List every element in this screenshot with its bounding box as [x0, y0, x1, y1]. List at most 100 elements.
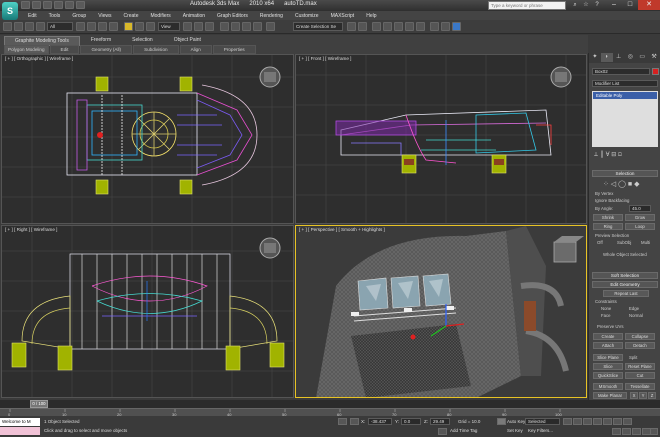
modify-tab-icon[interactable]: ◗ — [600, 53, 613, 62]
constraint-face-radio[interactable]: Face — [601, 313, 611, 318]
render-production-icon[interactable] — [452, 22, 461, 31]
display-tab-icon[interactable]: ▭ — [636, 53, 648, 62]
help-icon[interactable]: ? — [593, 1, 601, 9]
planar-x-button[interactable]: X — [630, 392, 638, 399]
layer-manager-icon[interactable] — [372, 22, 381, 31]
slice-button[interactable]: Slice — [593, 363, 623, 370]
ignore-backfacing-checkbox[interactable]: Ignore Backfacing — [595, 198, 629, 203]
select-and-move-icon[interactable] — [124, 22, 133, 31]
menu-group[interactable]: Group — [66, 11, 92, 20]
undo-icon[interactable] — [3, 22, 12, 31]
mirror-icon[interactable] — [347, 22, 356, 31]
selection-rollout-header[interactable]: Selection — [592, 170, 658, 177]
orbit-icon[interactable] — [650, 428, 658, 435]
maxscript-listener-input[interactable]: Welcome to M — [0, 418, 40, 426]
by-vertex-checkbox[interactable]: By Vertex — [595, 191, 613, 196]
msmooth-button[interactable]: MSmooth — [593, 383, 623, 390]
time-slider[interactable]: 0 / 100 — [0, 400, 660, 408]
menu-animation[interactable]: Animation — [177, 11, 211, 20]
material-editor-icon[interactable] — [416, 22, 425, 31]
zoom-icon[interactable] — [612, 428, 621, 435]
key-mode-icon[interactable] — [613, 418, 622, 425]
loop-button[interactable]: Loop — [625, 223, 655, 230]
select-and-scale-icon[interactable] — [146, 22, 155, 31]
menu-maxscript[interactable]: MAXScript — [325, 11, 361, 20]
panel-geometry-all[interactable]: Geometry (All) — [80, 45, 133, 54]
auto-key-button[interactable]: Auto Key — [507, 419, 525, 424]
edit-geometry-rollout-header[interactable]: Edit Geometry — [592, 281, 658, 288]
object-name-field[interactable]: Box02 — [592, 68, 650, 75]
viewport-label[interactable]: [ + ] [ Orthographic ] [ Wireframe ] — [5, 56, 73, 61]
window-crossing-icon[interactable] — [109, 22, 118, 31]
rendered-frame-window-icon[interactable] — [441, 22, 450, 31]
viewport-orthographic[interactable]: [ + ] [ Orthographic ] [ Wireframe ] — [1, 54, 294, 224]
quickslice-button[interactable]: QuickSlice — [593, 372, 623, 379]
next-frame-icon[interactable] — [593, 418, 602, 425]
named-selection-dropdown[interactable]: Create Selection Se — [293, 22, 343, 31]
slice-plane-button[interactable]: Slice Plane — [593, 354, 623, 361]
app-logo-button[interactable]: S — [2, 2, 18, 20]
go-to-start-icon[interactable] — [563, 418, 572, 425]
motion-tab-icon[interactable]: ◎ — [624, 53, 636, 62]
viewport-right[interactable]: [ + ] [ Right ] [ Wireframe ] — [1, 225, 294, 398]
constraint-normal-radio[interactable]: Normal — [629, 313, 643, 318]
star-icon[interactable]: ☆ — [582, 1, 590, 9]
soft-selection-rollout-header[interactable]: Soft Selection — [592, 272, 658, 279]
time-tag-icon[interactable] — [438, 428, 447, 435]
track-bar[interactable]: 0 10 20 30 40 50 60 70 80 90 100 — [0, 408, 660, 417]
redo-icon[interactable] — [65, 1, 74, 9]
project-folder-icon[interactable] — [76, 1, 85, 9]
detach-button[interactable]: Detach — [625, 342, 655, 349]
search-input[interactable]: Type a keyword or phrase — [488, 1, 566, 10]
preserve-uvs-checkbox[interactable]: Preserve UVs — [597, 324, 624, 329]
selection-filter-dropdown[interactable]: All — [47, 22, 73, 31]
menu-tools[interactable]: Tools — [43, 11, 67, 20]
new-file-icon[interactable] — [21, 1, 30, 9]
viewport-front[interactable]: [ + ] [ Front ] [ Wireframe ] — [295, 54, 587, 224]
snaps-toggle-icon[interactable] — [220, 22, 229, 31]
preview-multi-radio[interactable]: Multi — [641, 240, 650, 245]
maximize-button[interactable]: □ — [622, 0, 638, 10]
pivot-center-icon[interactable] — [183, 22, 192, 31]
undo-icon[interactable] — [54, 1, 63, 9]
create-tab-icon[interactable]: ✦ — [589, 53, 601, 62]
collapse-button[interactable]: Collapse — [625, 333, 655, 340]
menu-rendering[interactable]: Rendering — [254, 11, 289, 20]
add-time-tag[interactable]: Add Time Tag — [450, 428, 477, 433]
object-color-swatch[interactable] — [652, 68, 659, 75]
select-and-manipulate-icon[interactable] — [194, 22, 203, 31]
stack-item-editable-poly[interactable]: Editable Poly — [593, 92, 657, 99]
menu-edit[interactable]: Edit — [22, 11, 43, 20]
align-icon[interactable] — [358, 22, 367, 31]
grow-button[interactable]: Grow — [625, 214, 655, 221]
panel-polygon-modeling[interactable]: Polygon Modeling — [4, 45, 49, 54]
panel-subdivision[interactable]: Subdivision — [133, 45, 179, 54]
zoom-all-icon[interactable] — [622, 428, 631, 435]
curve-editor-icon[interactable] — [394, 22, 403, 31]
spinner-snap-icon[interactable] — [253, 22, 262, 31]
open-file-icon[interactable] — [32, 1, 41, 9]
split-checkbox[interactable]: Split — [629, 355, 637, 360]
rectangle-selection-icon[interactable] — [98, 22, 107, 31]
set-key-button[interactable]: Set Key — [507, 428, 523, 433]
angle-snap-icon[interactable] — [231, 22, 240, 31]
constraint-edge-radio[interactable]: Edge — [629, 306, 639, 311]
cut-button[interactable]: Cut — [625, 372, 655, 379]
previous-frame-icon[interactable] — [573, 418, 582, 425]
create-button[interactable]: Create — [593, 333, 623, 340]
menu-views[interactable]: Views — [92, 11, 117, 20]
viewport-label[interactable]: [ + ] [ Front ] [ Wireframe ] — [299, 56, 351, 61]
make-planar-button[interactable]: Make Planar — [593, 392, 627, 399]
link-icon[interactable] — [14, 22, 23, 31]
planar-y-button[interactable]: Y — [639, 392, 647, 399]
subobject-level-icons[interactable]: ⁘ ◁ ◯ ■ ◆ — [603, 180, 639, 188]
viewport-label[interactable]: [ + ] [ Right ] [ Wireframe ] — [5, 227, 57, 232]
angle-spinner[interactable]: 45.0 — [629, 205, 651, 212]
ring-button[interactable]: Ring — [593, 223, 623, 230]
schematic-view-icon[interactable] — [405, 22, 414, 31]
zoom-extents-icon[interactable] — [632, 428, 641, 435]
shrink-button[interactable]: Shrink — [593, 214, 623, 221]
key-selection-dropdown[interactable]: Selected — [525, 418, 560, 425]
y-coordinate-field[interactable]: 0.0 — [401, 418, 421, 425]
render-setup-icon[interactable] — [430, 22, 439, 31]
